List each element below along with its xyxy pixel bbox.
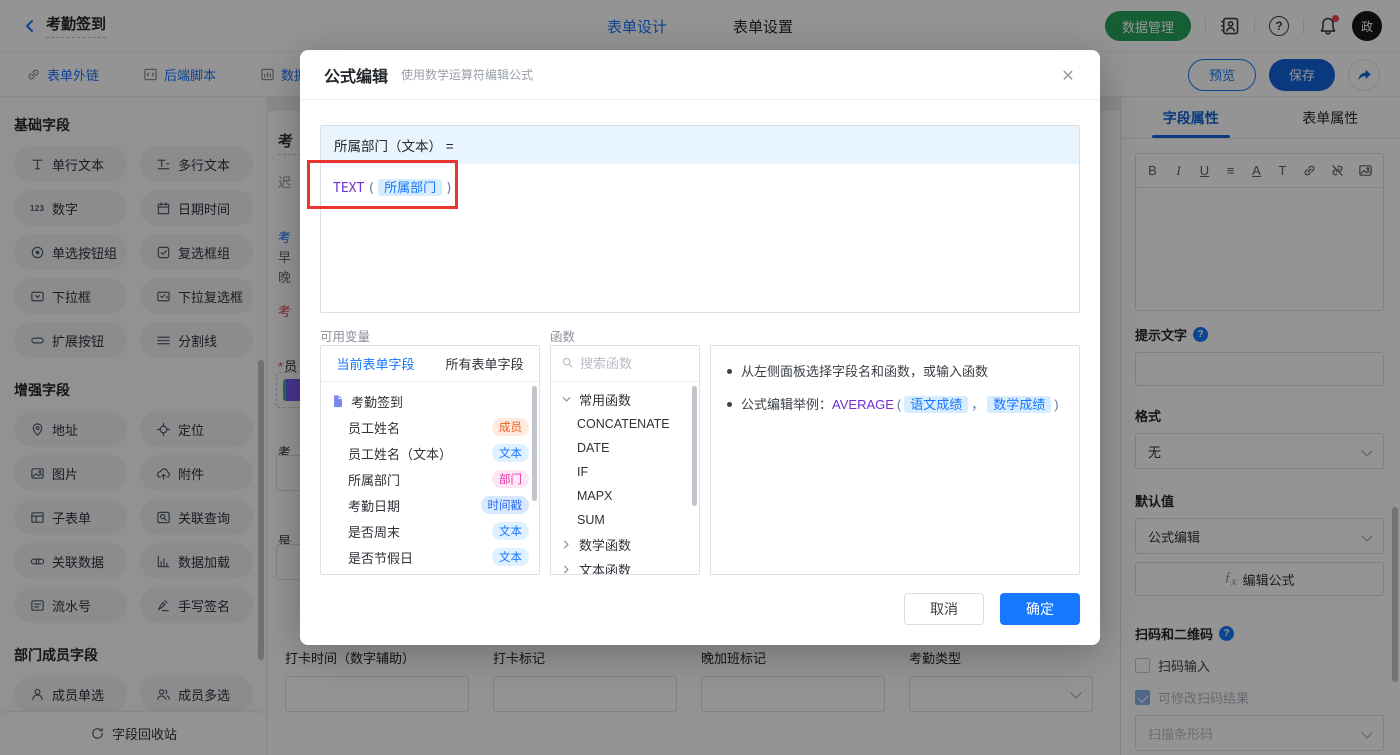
variables-scrollbar[interactable] [532, 386, 537, 501]
example-field-chip: 数学成绩 [987, 395, 1052, 413]
tab-all-form-fields[interactable]: 所有表单字段 [430, 346, 539, 381]
field-chip[interactable]: 所属部门 [378, 179, 443, 196]
tips-panel: 从左侧面板选择字段名和函数，或输入函数 公式编辑举例：AVERAGE(语文成绩，… [710, 345, 1080, 575]
search-icon [561, 356, 574, 372]
modal-title: 公式编辑 [324, 68, 389, 86]
type-badge: 成员 [492, 418, 529, 436]
chevron-collapsed-icon [559, 562, 574, 574]
modal-header: 公式编辑 使用数学运算符编辑公式 [300, 50, 1100, 100]
search-input[interactable] [580, 356, 680, 371]
example-function-name: AVERAGE [832, 396, 894, 412]
variable-name: 员工姓名 [348, 420, 401, 436]
bullet-icon [727, 369, 732, 374]
formula-expression[interactable]: TEXT(所属部门) [321, 164, 1079, 209]
function-item-CONCATENATE[interactable]: CONCATENATE [551, 412, 699, 436]
type-badge: 文本 [492, 548, 529, 566]
variable-row-所属部门[interactable]: 所属部门 部门 [321, 466, 539, 492]
variable-name: 是否节假日 [348, 550, 414, 566]
functions-scrollbar[interactable] [692, 386, 697, 506]
type-badge: 部门 [492, 470, 529, 488]
form-node[interactable]: 考勤签到 [321, 388, 539, 414]
cancel-button[interactable]: 取消 [904, 593, 984, 625]
function-item-DATE[interactable]: DATE [551, 436, 699, 460]
variables-tabs: 当前表单字段 所有表单字段 [321, 346, 539, 382]
formula-editor-box[interactable]: 所属部门（文本） = TEXT(所属部门) [320, 125, 1080, 313]
type-badge: 文本 [492, 522, 529, 540]
tip-line-2: 公式编辑举例：AVERAGE(语文成绩，数学成绩) [727, 395, 1063, 415]
variable-row-是否周末[interactable]: 是否周末 文本 [321, 518, 539, 544]
function-group-数学函数[interactable]: 数学函数 [551, 532, 699, 557]
function-search[interactable] [551, 346, 699, 382]
function-item-IF[interactable]: IF [551, 460, 699, 484]
variables-label: 可用变量 [320, 330, 371, 344]
type-badge: 文本 [492, 444, 529, 462]
variable-row-考勤日期[interactable]: 考勤日期 时间戳 [321, 492, 539, 518]
function-group-label: 数学函数 [579, 538, 632, 553]
variable-name: 是否周末 [348, 524, 401, 540]
example-field-chip: 语文成绩 [904, 395, 969, 413]
variable-row-员工姓名[interactable]: 员工姓名 成员 [321, 414, 539, 440]
chevron-expanded-icon [559, 392, 574, 407]
variable-row-员工姓名（文本）[interactable]: 员工姓名（文本） 文本 [321, 440, 539, 466]
functions-label: 函数 [550, 330, 576, 344]
formula-editor-modal: 公式编辑 使用数学运算符编辑公式 所属部门（文本） = TEXT(所属部门) 可… [300, 50, 1100, 645]
function-group-label: 常用函数 [579, 393, 632, 408]
type-badge: 时间戳 [480, 496, 529, 514]
variables-panel: 当前表单字段 所有表单字段 考勤签到 员工姓名 成员 员工姓名（文本） 文本 所属部门部… [320, 345, 540, 575]
functions-panel: 常用函数 CONCATENATEDATEIFMAPXSUM 数学函数文本函数 [550, 345, 700, 575]
variable-name: 考勤日期 [348, 498, 401, 514]
variable-row-是否节假日[interactable]: 是否节假日 文本 [321, 544, 539, 570]
formula-target: 所属部门（文本） = [321, 126, 1079, 164]
function-group-文本函数[interactable]: 文本函数 [551, 557, 699, 575]
variable-name: 所属部门 [348, 472, 401, 488]
function-item-MAPX[interactable]: MAPX [551, 484, 699, 508]
close-paren: ) [445, 181, 453, 196]
modal-subtitle: 使用数学运算符编辑公式 [401, 68, 534, 82]
app-window: 考勤签到 表单设计 表单设置 数据管理 ? 政 表单外链后端脚本数据权 预览 保… [0, 0, 1400, 755]
chevron-collapsed-icon [559, 537, 574, 552]
close-icon[interactable] [1058, 66, 1078, 86]
bullet-icon [727, 401, 732, 407]
form-node-label: 考勤签到 [351, 394, 404, 410]
tab-current-form-fields[interactable]: 当前表单字段 [321, 346, 430, 381]
function-item-SUM[interactable]: SUM [551, 508, 699, 532]
document-icon [331, 394, 345, 408]
function-name: TEXT [333, 181, 365, 196]
modal-footer: 取消 确定 [904, 593, 1080, 625]
function-group-label: 文本函数 [579, 563, 632, 575]
confirm-button[interactable]: 确定 [1000, 593, 1080, 625]
open-paren: ( [367, 181, 376, 196]
variable-name: 员工姓名（文本） [348, 446, 453, 462]
tip-line-1: 从左侧面板选择字段名和函数，或输入函数 [727, 362, 1063, 382]
function-group-常用函数[interactable]: 常用函数 [551, 387, 699, 412]
